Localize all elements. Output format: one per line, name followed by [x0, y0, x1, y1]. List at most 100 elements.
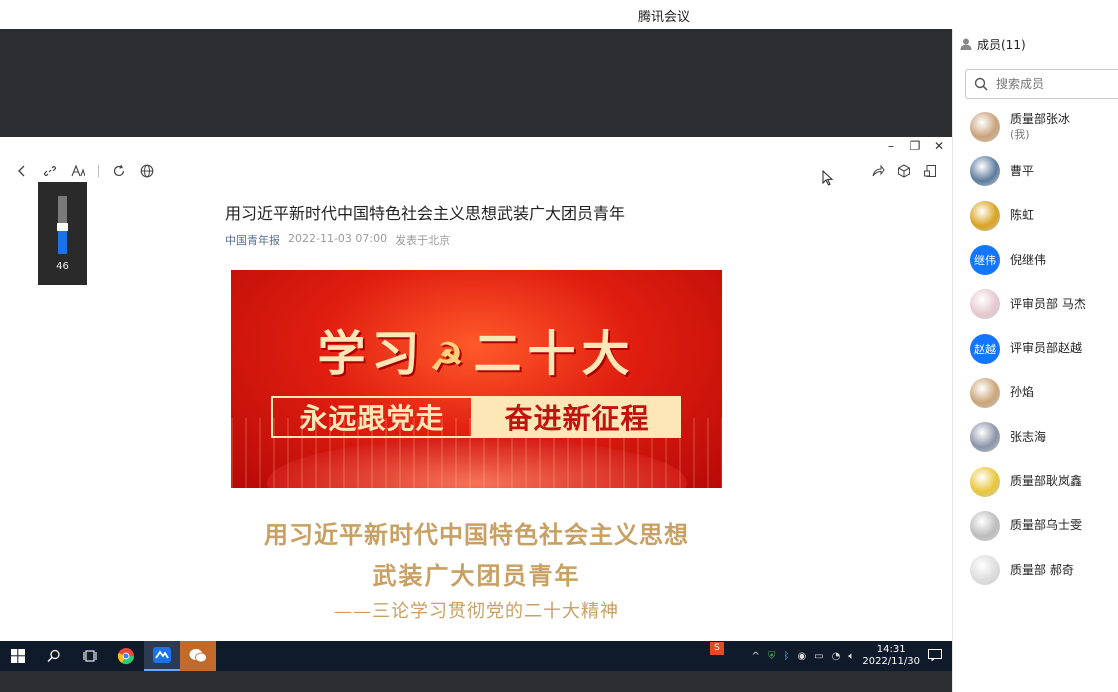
- member-row[interactable]: 质量部张冰 (我): [953, 105, 1118, 149]
- windows-taskbar: S ^ ⛨ ᛒ ◉ ▭ ◔ 🔈︎ 14:31 2022/11/30: [0, 641, 952, 671]
- chrome-app-icon[interactable]: [108, 641, 144, 671]
- member-name: 张志海: [1010, 429, 1047, 444]
- member-row[interactable]: 质量部耿岚鑫: [953, 459, 1118, 503]
- notification-icon[interactable]: [928, 648, 942, 664]
- member-row[interactable]: 曹平: [953, 149, 1118, 193]
- banner-headline-left: 学习: [317, 326, 426, 382]
- article-title: 用习近平新时代中国特色社会主义思想武装广大团员青年: [225, 204, 626, 223]
- member-name: 倪继伟: [1010, 252, 1047, 267]
- article-subhead-line3: ——三论学习贯彻党的二十大精神: [334, 601, 619, 622]
- zoom-slider-fill: [58, 227, 67, 254]
- member-search-input[interactable]: [996, 77, 1106, 91]
- article-subhead-line1: 用习近平新时代中国特色社会主义思想: [264, 520, 689, 549]
- member-row[interactable]: 赵越 评审员部赵越: [953, 326, 1118, 370]
- banner-slogan-left: 永远跟党走: [271, 396, 474, 438]
- system-tray: S ^ ⛨ ᛒ ◉ ▭ ◔ 🔈︎ 14:31 2022/11/30: [710, 641, 952, 671]
- zoom-slider[interactable]: [57, 196, 68, 254]
- banner-headline: 学习 ☭二十大: [231, 314, 722, 384]
- close-icon[interactable]: ✕: [932, 139, 946, 153]
- zoom-value: 46: [56, 261, 69, 272]
- member-avatar: [970, 377, 1000, 408]
- banner-slogan: 永远跟党走 奋进新征程: [271, 396, 681, 438]
- link-icon[interactable]: [42, 163, 58, 179]
- member-row[interactable]: 孙焰: [953, 371, 1118, 415]
- windows-start-icon[interactable]: [0, 641, 36, 671]
- article-datetime: 2022-11-03 07:00: [288, 232, 388, 245]
- shared-screen: – ❐ ✕ 用习近平新时代中国特色社会主义思想武装广大团员青年 中国青年报 20…: [0, 137, 952, 641]
- member-row[interactable]: 评审员部 马杰: [953, 282, 1118, 326]
- member-name: 质量部 郝奇: [1010, 562, 1074, 577]
- mouse-cursor-icon: [822, 170, 834, 186]
- browser-toolbar: [14, 163, 155, 179]
- member-row[interactable]: 质量部乌士雯: [953, 504, 1118, 548]
- member-row[interactable]: 继伟 倪继伟: [953, 238, 1118, 282]
- tray-expand-icon[interactable]: ^: [752, 651, 760, 662]
- article-banner-image: 学习 ☭二十大 永远跟党走 奋进新征程: [231, 270, 722, 488]
- member-list: 质量部张冰 (我) 曹平 陈虹 继伟 倪继伟 评审员部 马杰 赵越 评审员部赵越 孙焰 张志海 质量部…: [953, 105, 1118, 592]
- member-avatar: 继伟: [970, 245, 1000, 276]
- member-name: 陈虹: [1010, 208, 1035, 223]
- banner-headline-right: 二十大: [473, 326, 636, 382]
- browser-actions: [870, 163, 938, 179]
- member-row[interactable]: 张志海: [953, 415, 1118, 459]
- member-row[interactable]: 陈虹: [953, 194, 1118, 238]
- wifi-icon[interactable]: ◔: [832, 651, 841, 662]
- member-self-tag: (我): [1010, 128, 1030, 142]
- article-meta: 中国青年报 2022-11-03 07:00 发表于北京: [225, 232, 450, 248]
- font-size-icon[interactable]: [70, 163, 86, 179]
- member-name: 质量部乌士雯: [1010, 518, 1083, 533]
- security-shield-icon[interactable]: ⛨: [768, 651, 776, 662]
- window-title: 腾讯会议: [638, 10, 691, 25]
- battery-icon[interactable]: ▭: [814, 651, 823, 662]
- member-name: 质量部张冰: [1010, 112, 1071, 127]
- member-search-box[interactable]: [965, 69, 1118, 99]
- bluetooth-icon[interactable]: ᛒ: [783, 651, 789, 662]
- zoom-slider-popup: 46: [38, 182, 87, 285]
- member-avatar: [970, 289, 1000, 320]
- minimize-icon[interactable]: –: [884, 139, 898, 153]
- article-location: 发表于北京: [395, 234, 451, 247]
- member-avatar: 赵越: [970, 333, 1000, 364]
- article-source[interactable]: 中国青年报: [225, 232, 280, 248]
- members-panel: 成员(11) 质量部张冰(我) 曹平陈虹继伟倪继伟评审员部 马杰赵越评审员部赵越孙…: [952, 29, 1118, 692]
- party-emblem-icon: ☭: [429, 334, 470, 379]
- back-icon[interactable]: [14, 163, 30, 179]
- title-bar: 腾讯会议: [0, 0, 1118, 29]
- member-avatar: [970, 422, 1000, 453]
- taskbar-search-icon[interactable]: [36, 641, 72, 671]
- app-root: 腾讯会议 – ❐ ✕ 用习近平新时代中国特色社会主义思想武装广大团员青年 中国青…: [0, 0, 1118, 692]
- member-avatar: [970, 156, 1000, 187]
- tencent-meeting-app-icon[interactable]: [144, 641, 180, 671]
- members-header: 成员(11): [953, 29, 1118, 59]
- video-area-top: [0, 29, 952, 137]
- member-avatar: [970, 466, 1000, 497]
- zoom-slider-handle[interactable]: [57, 223, 68, 232]
- taskbar-date: 2022/11/30: [862, 656, 920, 667]
- toolbar-divider: [98, 165, 99, 177]
- article-subhead-line2: 武装广大团员青年: [372, 561, 581, 590]
- sogou-input-icon[interactable]: S: [710, 642, 724, 655]
- member-row[interactable]: 质量部 郝奇: [953, 548, 1118, 592]
- members-count: 成员(11): [977, 37, 1026, 52]
- video-area-bottom: [0, 671, 952, 692]
- banner-slogan-right: 奋进新征程: [473, 396, 681, 438]
- cube-icon[interactable]: [896, 163, 912, 179]
- share-icon[interactable]: [870, 163, 886, 179]
- task-view-icon[interactable]: [72, 641, 108, 671]
- taskbar-time: 14:31: [876, 644, 906, 655]
- globe-icon[interactable]: [139, 163, 155, 179]
- wechat-tray-icon[interactable]: ◉: [797, 651, 806, 662]
- member-name: 曹平: [1010, 163, 1035, 178]
- member-avatar: [970, 112, 1000, 143]
- restore-icon[interactable]: ❐: [908, 139, 922, 153]
- member-name: 评审员部赵越: [1010, 341, 1083, 356]
- refresh-icon[interactable]: [111, 163, 127, 179]
- member-avatar: [970, 510, 1000, 541]
- pip-icon[interactable]: [922, 163, 938, 179]
- search-icon: [974, 77, 988, 91]
- member-avatar: [970, 555, 1000, 586]
- member-name: 质量部耿岚鑫: [1010, 474, 1083, 489]
- wechat-app-icon[interactable]: [180, 641, 216, 671]
- volume-icon[interactable]: 🔈︎: [848, 651, 854, 662]
- taskbar-clock[interactable]: 14:31 2022/11/30: [862, 644, 920, 668]
